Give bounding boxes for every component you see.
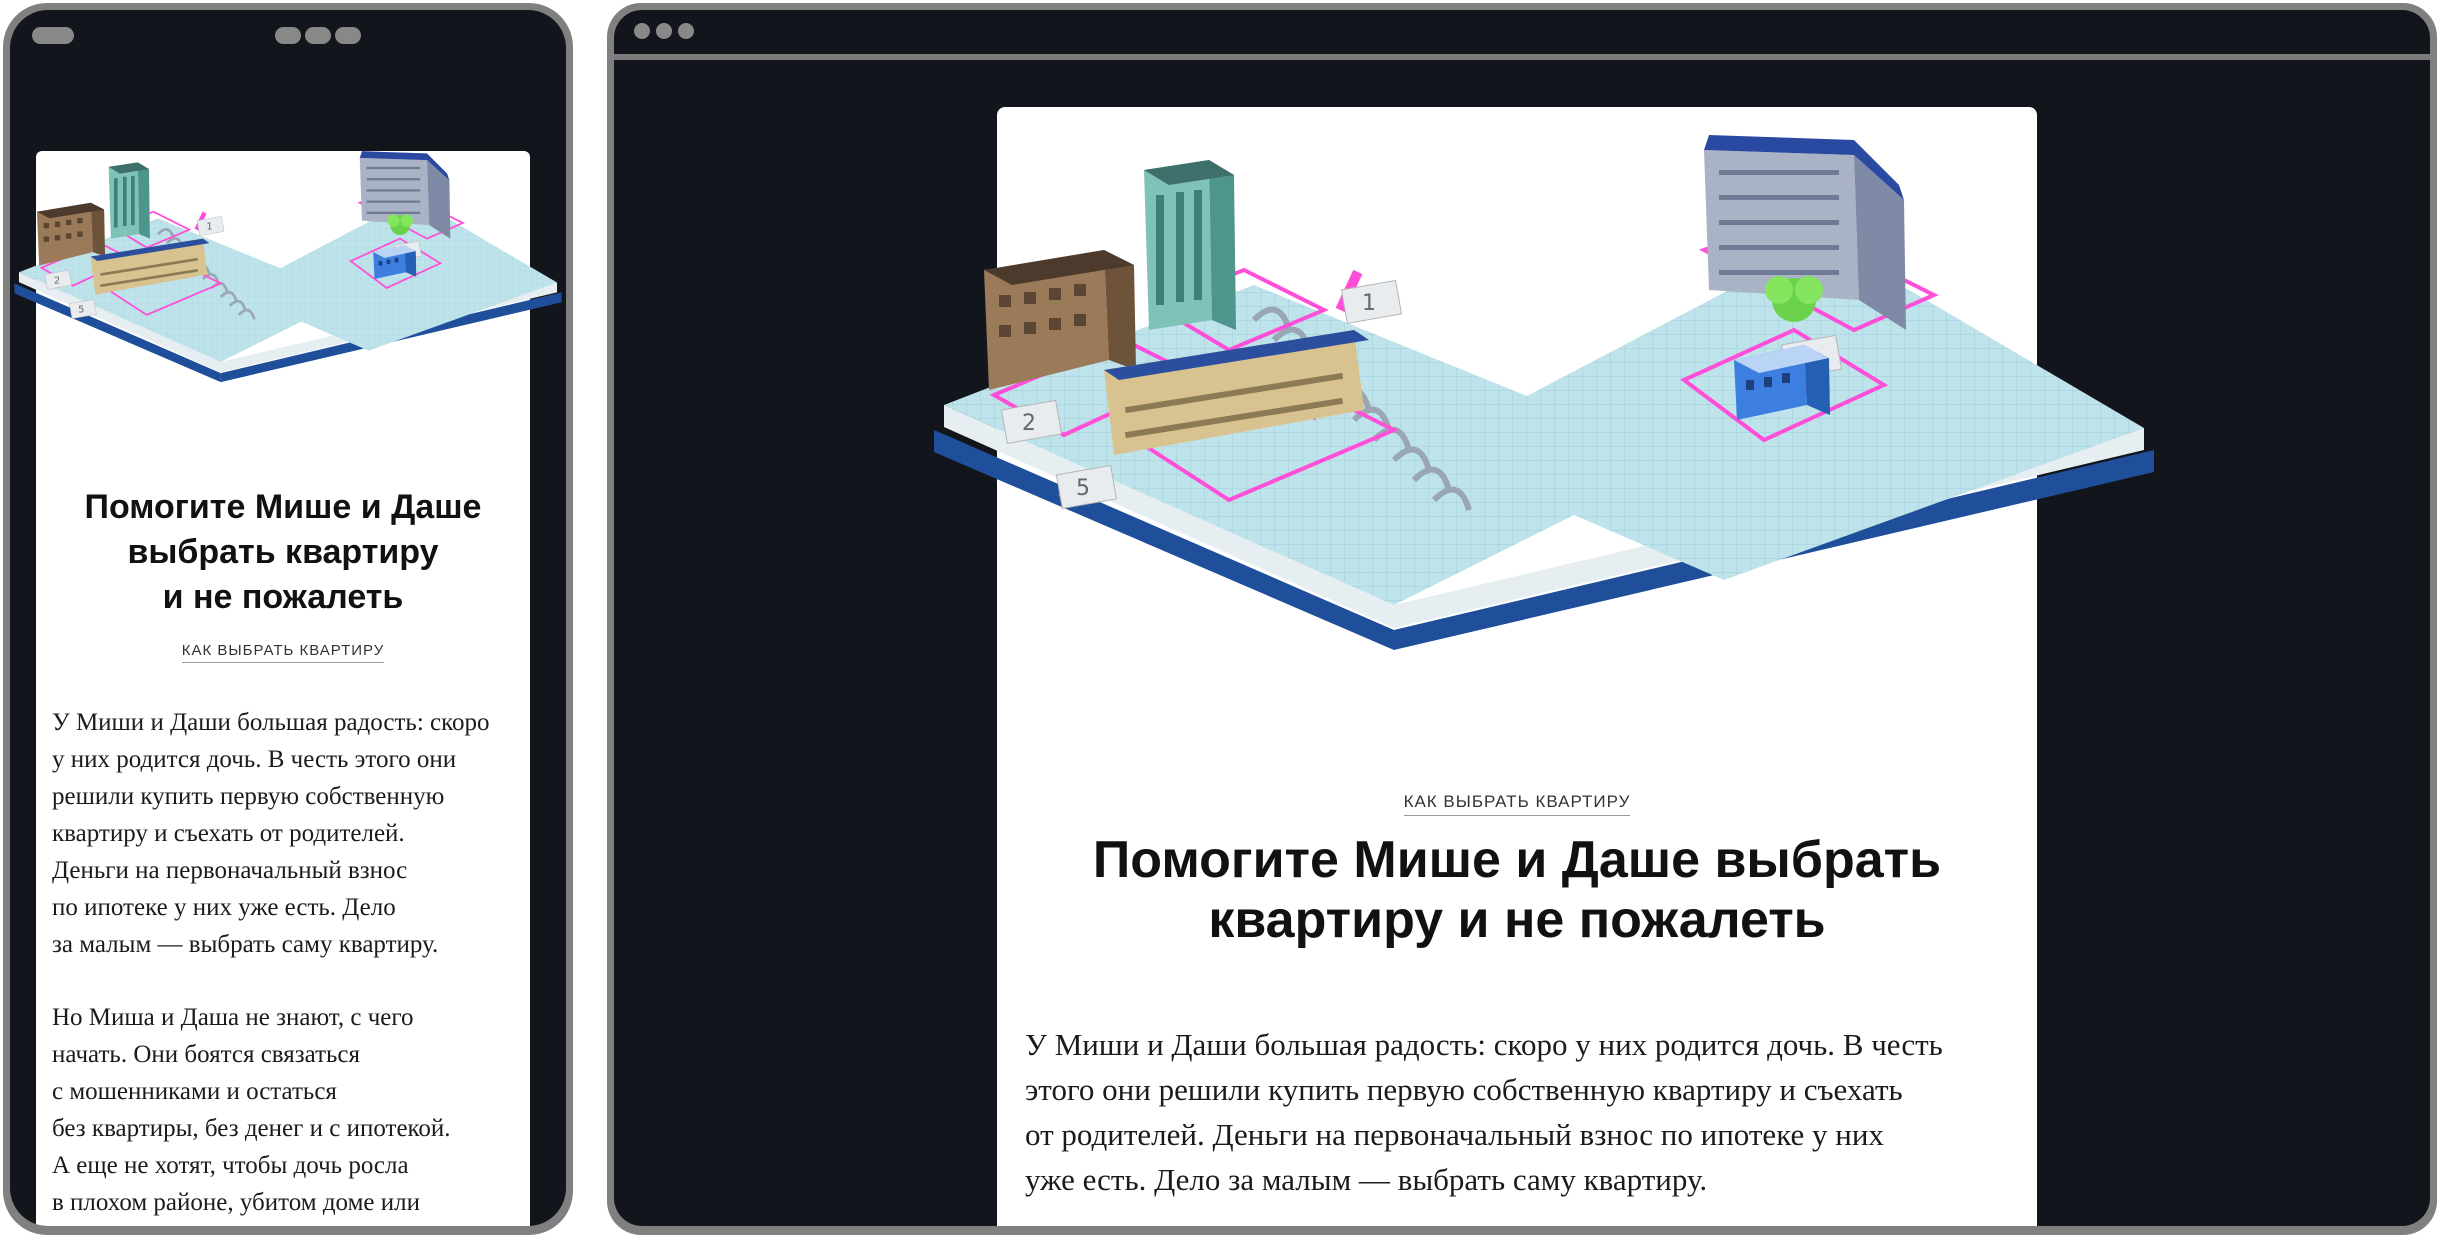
mobile-article-title: Помогите Мише и Даше выбрать квартиру и …: [84, 488, 482, 616]
desktop-browser-frame: КАК ВЫБРАТЬ КВАРТИРУ Помогите Мише и Даш…: [607, 3, 2437, 1235]
mobile-paragraph-1: У Миши и Даши большая радость: скоро у н…: [52, 709, 490, 958]
desktop-category-tag-wrap: КАК ВЫБРАТЬ КВАРТИРУ: [997, 792, 2037, 816]
browser-toolbar-divider: [614, 54, 2430, 60]
mobile-paragraph-2: Но Миша и Даша не знают, с чего начать. …: [52, 1004, 451, 1216]
mobile-status-pill: [32, 27, 74, 44]
mobile-status-pill: [305, 27, 331, 44]
window-dot-icon[interactable]: [634, 23, 650, 39]
desktop-hero-illustration: [924, 120, 2164, 680]
desktop-screen: КАК ВЫБРАТЬ КВАРТИРУ Помогите Мише и Даш…: [614, 10, 2430, 1226]
window-dot-icon[interactable]: [678, 23, 694, 39]
mobile-status-pill: [335, 27, 361, 44]
mobile-hero-illustration: [13, 149, 563, 384]
mobile-status-pill: [275, 27, 301, 44]
window-dot-icon[interactable]: [656, 23, 672, 39]
desktop-paragraph-1: У Миши и Даши большая радость: скоро у н…: [1025, 1027, 1943, 1197]
desktop-article-title: Помогите Мише и Даше выбрать квартиру и …: [1092, 831, 1942, 949]
mobile-category-tag-link[interactable]: КАК ВЫБРАТЬ КВАРТИРУ: [181, 642, 385, 663]
mobile-article-body: У Миши и Даши большая радость: скоро у н…: [52, 704, 532, 1226]
mobile-category-tag-wrap: КАК ВЫБРАТЬ КВАРТИРУ: [36, 642, 530, 663]
desktop-category-tag-link[interactable]: КАК ВЫБРАТЬ КВАРТИРУ: [1403, 792, 1631, 816]
mobile-device-frame: Помогите Мише и Даше выбрать квартиру и …: [3, 3, 573, 1235]
mobile-screen: Помогите Мише и Даше выбрать квартиру и …: [10, 10, 566, 1226]
